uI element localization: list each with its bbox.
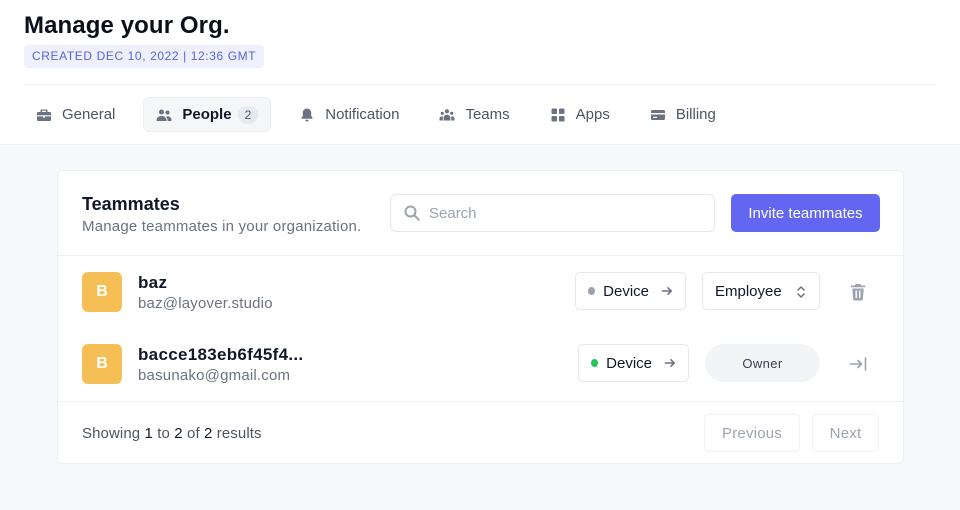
arrow-right-icon [664, 357, 676, 369]
people-count-badge: 2 [237, 105, 259, 124]
users-icon [156, 107, 172, 123]
role-value: Employee [715, 282, 782, 300]
summary-word: of [187, 425, 200, 442]
summary-word: Showing [82, 425, 141, 442]
card-divider [58, 401, 903, 402]
pagination-summary: Showing 1 to 2 of 2 results [82, 425, 262, 442]
summary-to: 2 [174, 425, 183, 442]
search-box [390, 194, 715, 232]
device-label: Device [603, 282, 649, 300]
member-name: bacce183eb6f45f4... [138, 345, 304, 364]
member-row: B baz baz@layover.studio Device Employee [58, 256, 905, 328]
tab-billing[interactable]: Billing [638, 97, 728, 132]
device-status-dot [591, 359, 599, 367]
summary-from: 1 [144, 425, 153, 442]
team-icon [439, 107, 455, 123]
tab-apps[interactable]: Apps [538, 97, 622, 132]
search-icon [403, 204, 421, 222]
teammates-card: Teammates Manage teammates in your organ… [57, 170, 904, 464]
briefcase-icon [36, 107, 52, 123]
summary-total: 2 [204, 425, 213, 442]
tab-label: Apps [575, 106, 610, 123]
search-input[interactable] [429, 204, 699, 222]
page-header: Manage your Org. CREATED DEC 10, 2022 | … [0, 0, 960, 145]
device-status-dot [588, 287, 596, 295]
owner-role-pill: Owner [705, 344, 820, 382]
tab-label: Notification [325, 106, 400, 123]
card-subtitle: Manage teammates in your organization. [82, 218, 362, 235]
page-title: Manage your Org. [24, 12, 230, 39]
arrow-right-icon [661, 285, 673, 297]
member-email: baz@layover.studio [138, 295, 273, 312]
created-badge: CREATED DEC 10, 2022 | 12:36 GMT [24, 45, 265, 68]
header-divider [24, 84, 936, 85]
next-button[interactable]: Next [812, 414, 879, 452]
card-title: Teammates [82, 194, 180, 214]
device-button[interactable]: Device [575, 272, 686, 310]
main-content: Teammates Manage teammates in your organ… [0, 145, 960, 510]
tab-notification[interactable]: Notification [287, 97, 411, 132]
summary-word: to [157, 425, 170, 442]
tab-general[interactable]: General [24, 97, 127, 132]
trash-icon[interactable] [848, 282, 868, 302]
tab-people[interactable]: People 2 [143, 97, 272, 132]
summary-word: results [216, 425, 262, 442]
grid-icon [550, 107, 566, 123]
device-label: Device [606, 354, 652, 372]
avatar: B [82, 272, 122, 312]
tab-label: Teams [465, 106, 510, 123]
device-button[interactable]: Device [578, 344, 689, 382]
tab-label: Billing [675, 106, 716, 123]
avatar: B [82, 344, 122, 384]
tab-label: People [182, 106, 232, 123]
tab-teams[interactable]: Teams [427, 97, 521, 132]
leave-icon[interactable] [848, 354, 868, 374]
member-name: baz [138, 273, 168, 292]
chevron-up-down-icon [795, 283, 807, 305]
tab-bar: General People 2 Notification Teams Apps… [24, 97, 744, 132]
member-row: B bacce183eb6f45f4... basunako@gmail.com… [58, 328, 905, 400]
bell-icon [299, 107, 315, 123]
member-email: basunako@gmail.com [138, 367, 291, 384]
previous-button[interactable]: Previous [704, 414, 800, 452]
tab-label: General [62, 106, 116, 123]
role-select[interactable]: Employee [702, 272, 820, 310]
invite-teammates-button[interactable]: Invite teammates [731, 194, 880, 232]
credit-card-icon [650, 107, 666, 123]
